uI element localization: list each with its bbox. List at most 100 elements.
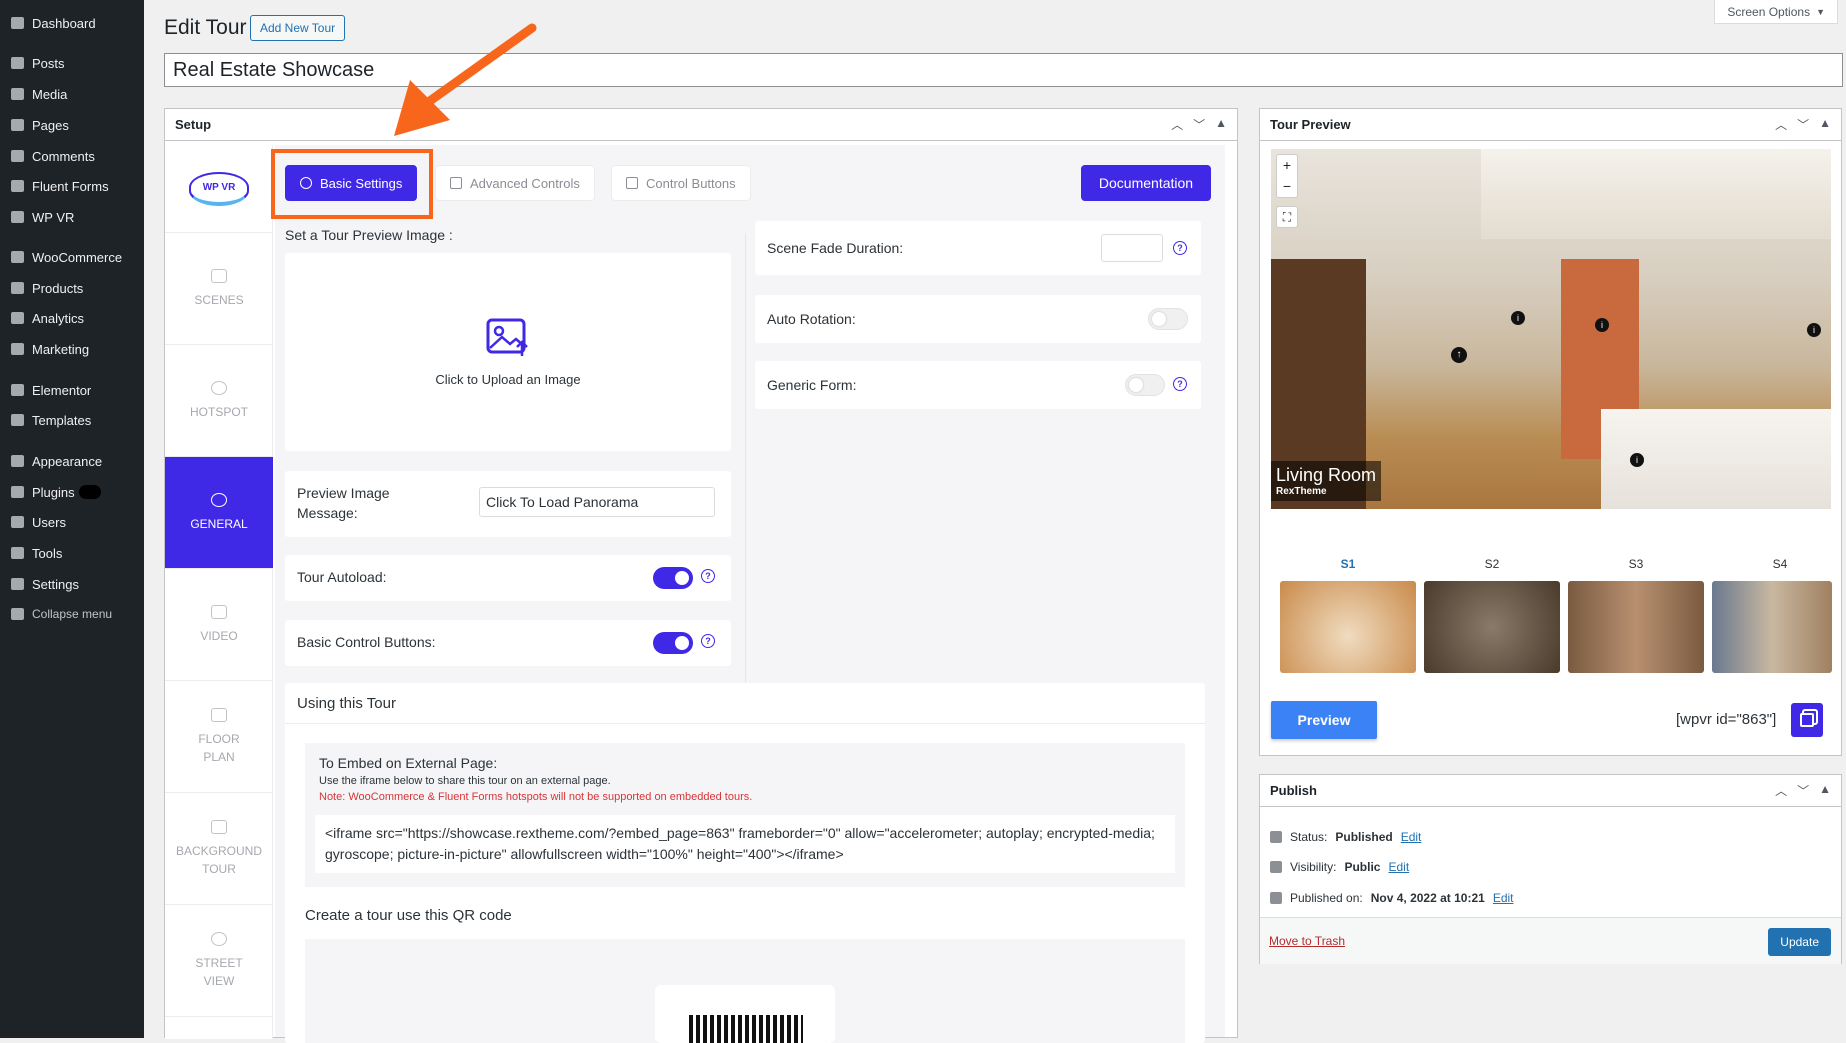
nav-general[interactable]: GENERAL <box>165 457 273 569</box>
hotspot-info-icon[interactable]: i <box>1630 453 1644 467</box>
admin-menu-item[interactable]: Collapse menu <box>0 599 144 629</box>
info-icon[interactable]: ? <box>1173 377 1187 391</box>
scene-thumb-s4[interactable] <box>1712 581 1832 673</box>
admin-menu-item[interactable]: Posts <box>0 48 144 78</box>
scene-thumb-s2[interactable] <box>1424 581 1560 673</box>
info-icon[interactable]: ? <box>701 569 715 583</box>
comment-icon <box>9 149 25 163</box>
scene-title-overlay: Living Room RexTheme <box>1271 461 1382 501</box>
hotspot-info-icon[interactable]: i <box>1511 311 1525 325</box>
publish-box: Publish ︿ ﹀ ▲ Status: Published Edit Visibil… <box>1259 774 1842 964</box>
admin-menu-item[interactable]: Users <box>0 507 144 537</box>
image-upload-area[interactable]: Click to Upload an Image <box>285 253 731 451</box>
auto-rotation-toggle[interactable] <box>1148 308 1188 330</box>
fullscreen-icon[interactable]: ⛶ <box>1276 206 1298 228</box>
admin-menu-item[interactable]: Fluent Forms <box>0 171 144 201</box>
admin-menu-item[interactable]: Settings <box>0 569 144 599</box>
edit-status-link[interactable]: Edit <box>1401 830 1422 844</box>
embed-code[interactable]: <iframe src="https://showcase.rextheme.c… <box>315 815 1175 873</box>
basic-control-buttons-row: Basic Control Buttons: ? <box>285 620 731 666</box>
admin-menu-item[interactable]: WP VR <box>0 202 144 232</box>
generic-form-label: Generic Form: <box>767 377 857 393</box>
ceiling <box>1481 149 1831 239</box>
hotspot-arrow-icon[interactable]: ↑ <box>1451 347 1467 363</box>
edit-date-link[interactable]: Edit <box>1493 891 1514 905</box>
preview-button[interactable]: Preview <box>1271 701 1377 739</box>
hotspot-info-icon[interactable]: i <box>1807 323 1821 337</box>
scene-thumb-s3[interactable] <box>1568 581 1704 673</box>
panorama-viewer[interactable]: + − ⛶ i i i ↑ i Living Room RexTheme <box>1271 149 1831 509</box>
basic-control-buttons-toggle[interactable] <box>653 632 693 654</box>
info-icon[interactable]: ? <box>701 634 715 648</box>
admin-menu-item[interactable]: Tools <box>0 538 144 568</box>
move-down-icon[interactable]: ﹀ <box>1193 116 1205 133</box>
screen-options-button[interactable]: Screen Options ▼ <box>1714 0 1838 24</box>
setup-heading: Setup <box>175 117 212 132</box>
tour-autoload-toggle[interactable] <box>653 567 693 589</box>
move-up-icon[interactable]: ︿ <box>1171 116 1183 133</box>
admin-menu-item[interactable]: Dashboard <box>0 8 144 38</box>
tour-preview-header: Tour Preview ︿ ﹀ ▲ <box>1260 109 1841 141</box>
plugin-icon <box>9 485 25 499</box>
generic-form-toggle[interactable] <box>1125 374 1165 396</box>
zoom-controls: + − <box>1276 154 1298 198</box>
publish-heading: Publish <box>1270 783 1317 798</box>
edit-visibility-link[interactable]: Edit <box>1388 860 1409 874</box>
scene-fade-label: Scene Fade Duration: <box>767 240 904 256</box>
admin-menu-item[interactable]: Pages <box>0 110 144 140</box>
move-up-icon[interactable]: ︿ <box>1775 782 1787 799</box>
documentation-button[interactable]: Documentation <box>1081 165 1211 201</box>
preview-message-input[interactable] <box>479 487 715 517</box>
move-down-icon[interactable]: ﹀ <box>1797 116 1809 133</box>
add-new-tour-button[interactable]: Add New Tour <box>250 15 346 41</box>
hotspot-info-icon[interactable]: i <box>1595 318 1609 332</box>
preview-image-label: Set a Tour Preview Image : <box>285 227 453 243</box>
settings-icon <box>9 577 25 591</box>
tab-advanced-controls[interactable]: Advanced Controls <box>435 165 595 201</box>
admin-menu-item[interactable]: Analytics <box>0 303 144 333</box>
nav-scenes[interactable]: SCENES <box>165 233 273 345</box>
map-icon <box>211 707 227 722</box>
nav-floor-plan[interactable]: FLOOR PLAN <box>165 681 273 793</box>
toggle-panel-icon[interactable]: ▲ <box>1819 782 1831 799</box>
screen-options-label: Screen Options <box>1727 4 1811 19</box>
admin-menu-item[interactable]: Appearance <box>0 446 144 476</box>
admin-menu-item[interactable]: WooCommerce <box>0 242 144 272</box>
tour-autoload-label: Tour Autoload: <box>297 569 387 585</box>
admin-menu-item[interactable]: Templates <box>0 405 144 435</box>
nav-background-tour[interactable]: BACKGROUND TOUR <box>165 793 273 905</box>
scene-thumb-s1[interactable] <box>1280 581 1416 673</box>
copy-shortcode-button[interactable] <box>1791 703 1823 737</box>
move-up-icon[interactable]: ︿ <box>1775 116 1787 133</box>
eye-icon <box>1270 861 1282 873</box>
status-label: Status: <box>1290 830 1328 844</box>
nav-hotspot[interactable]: HOTSPOT <box>165 345 273 457</box>
nav-video[interactable]: VIDEO <box>165 569 273 681</box>
scene-name: Living Room <box>1276 465 1377 485</box>
admin-menu-item[interactable]: Marketing <box>0 334 144 364</box>
qr-title: Create a tour use this QR code <box>305 907 512 924</box>
toggle-panel-icon[interactable]: ▲ <box>1215 116 1227 133</box>
zoom-in-icon[interactable]: + <box>1277 155 1297 176</box>
admin-sidebar: Dashboard Posts Media Pages Comments Fluent F… <box>0 0 144 1038</box>
tab-control-buttons[interactable]: Control Buttons <box>611 165 751 201</box>
preview-message-row: Preview Image Message: <box>285 471 731 537</box>
scene-fade-input[interactable] <box>1101 234 1163 262</box>
toggle-panel-icon[interactable]: ▲ <box>1819 116 1831 133</box>
wrench-icon <box>9 546 25 560</box>
scene-label-s1: S1 <box>1340 557 1356 571</box>
copy-icon <box>1800 713 1814 727</box>
move-to-trash-link[interactable]: Move to Trash <box>1269 934 1345 948</box>
update-button[interactable]: Update <box>1768 928 1831 956</box>
admin-menu-item[interactable]: Comments <box>0 141 144 171</box>
nav-street-view[interactable]: STREET VIEW <box>165 905 273 1017</box>
move-down-icon[interactable]: ﹀ <box>1797 782 1809 799</box>
shortcode-text[interactable]: [wpvr id="863"] <box>1676 711 1776 728</box>
zoom-out-icon[interactable]: − <box>1277 176 1297 197</box>
admin-menu-item[interactable]: Media <box>0 79 144 109</box>
admin-menu-item[interactable]: Products <box>0 273 144 303</box>
setup-box: Setup ︿ ﹀ ▲ WP VR SCENES HOTSPOT GENERAL V… <box>164 108 1238 1043</box>
admin-menu-item[interactable]: Plugins <box>0 477 144 507</box>
info-icon[interactable]: ? <box>1173 241 1187 255</box>
admin-menu-item[interactable]: Elementor <box>0 375 144 405</box>
